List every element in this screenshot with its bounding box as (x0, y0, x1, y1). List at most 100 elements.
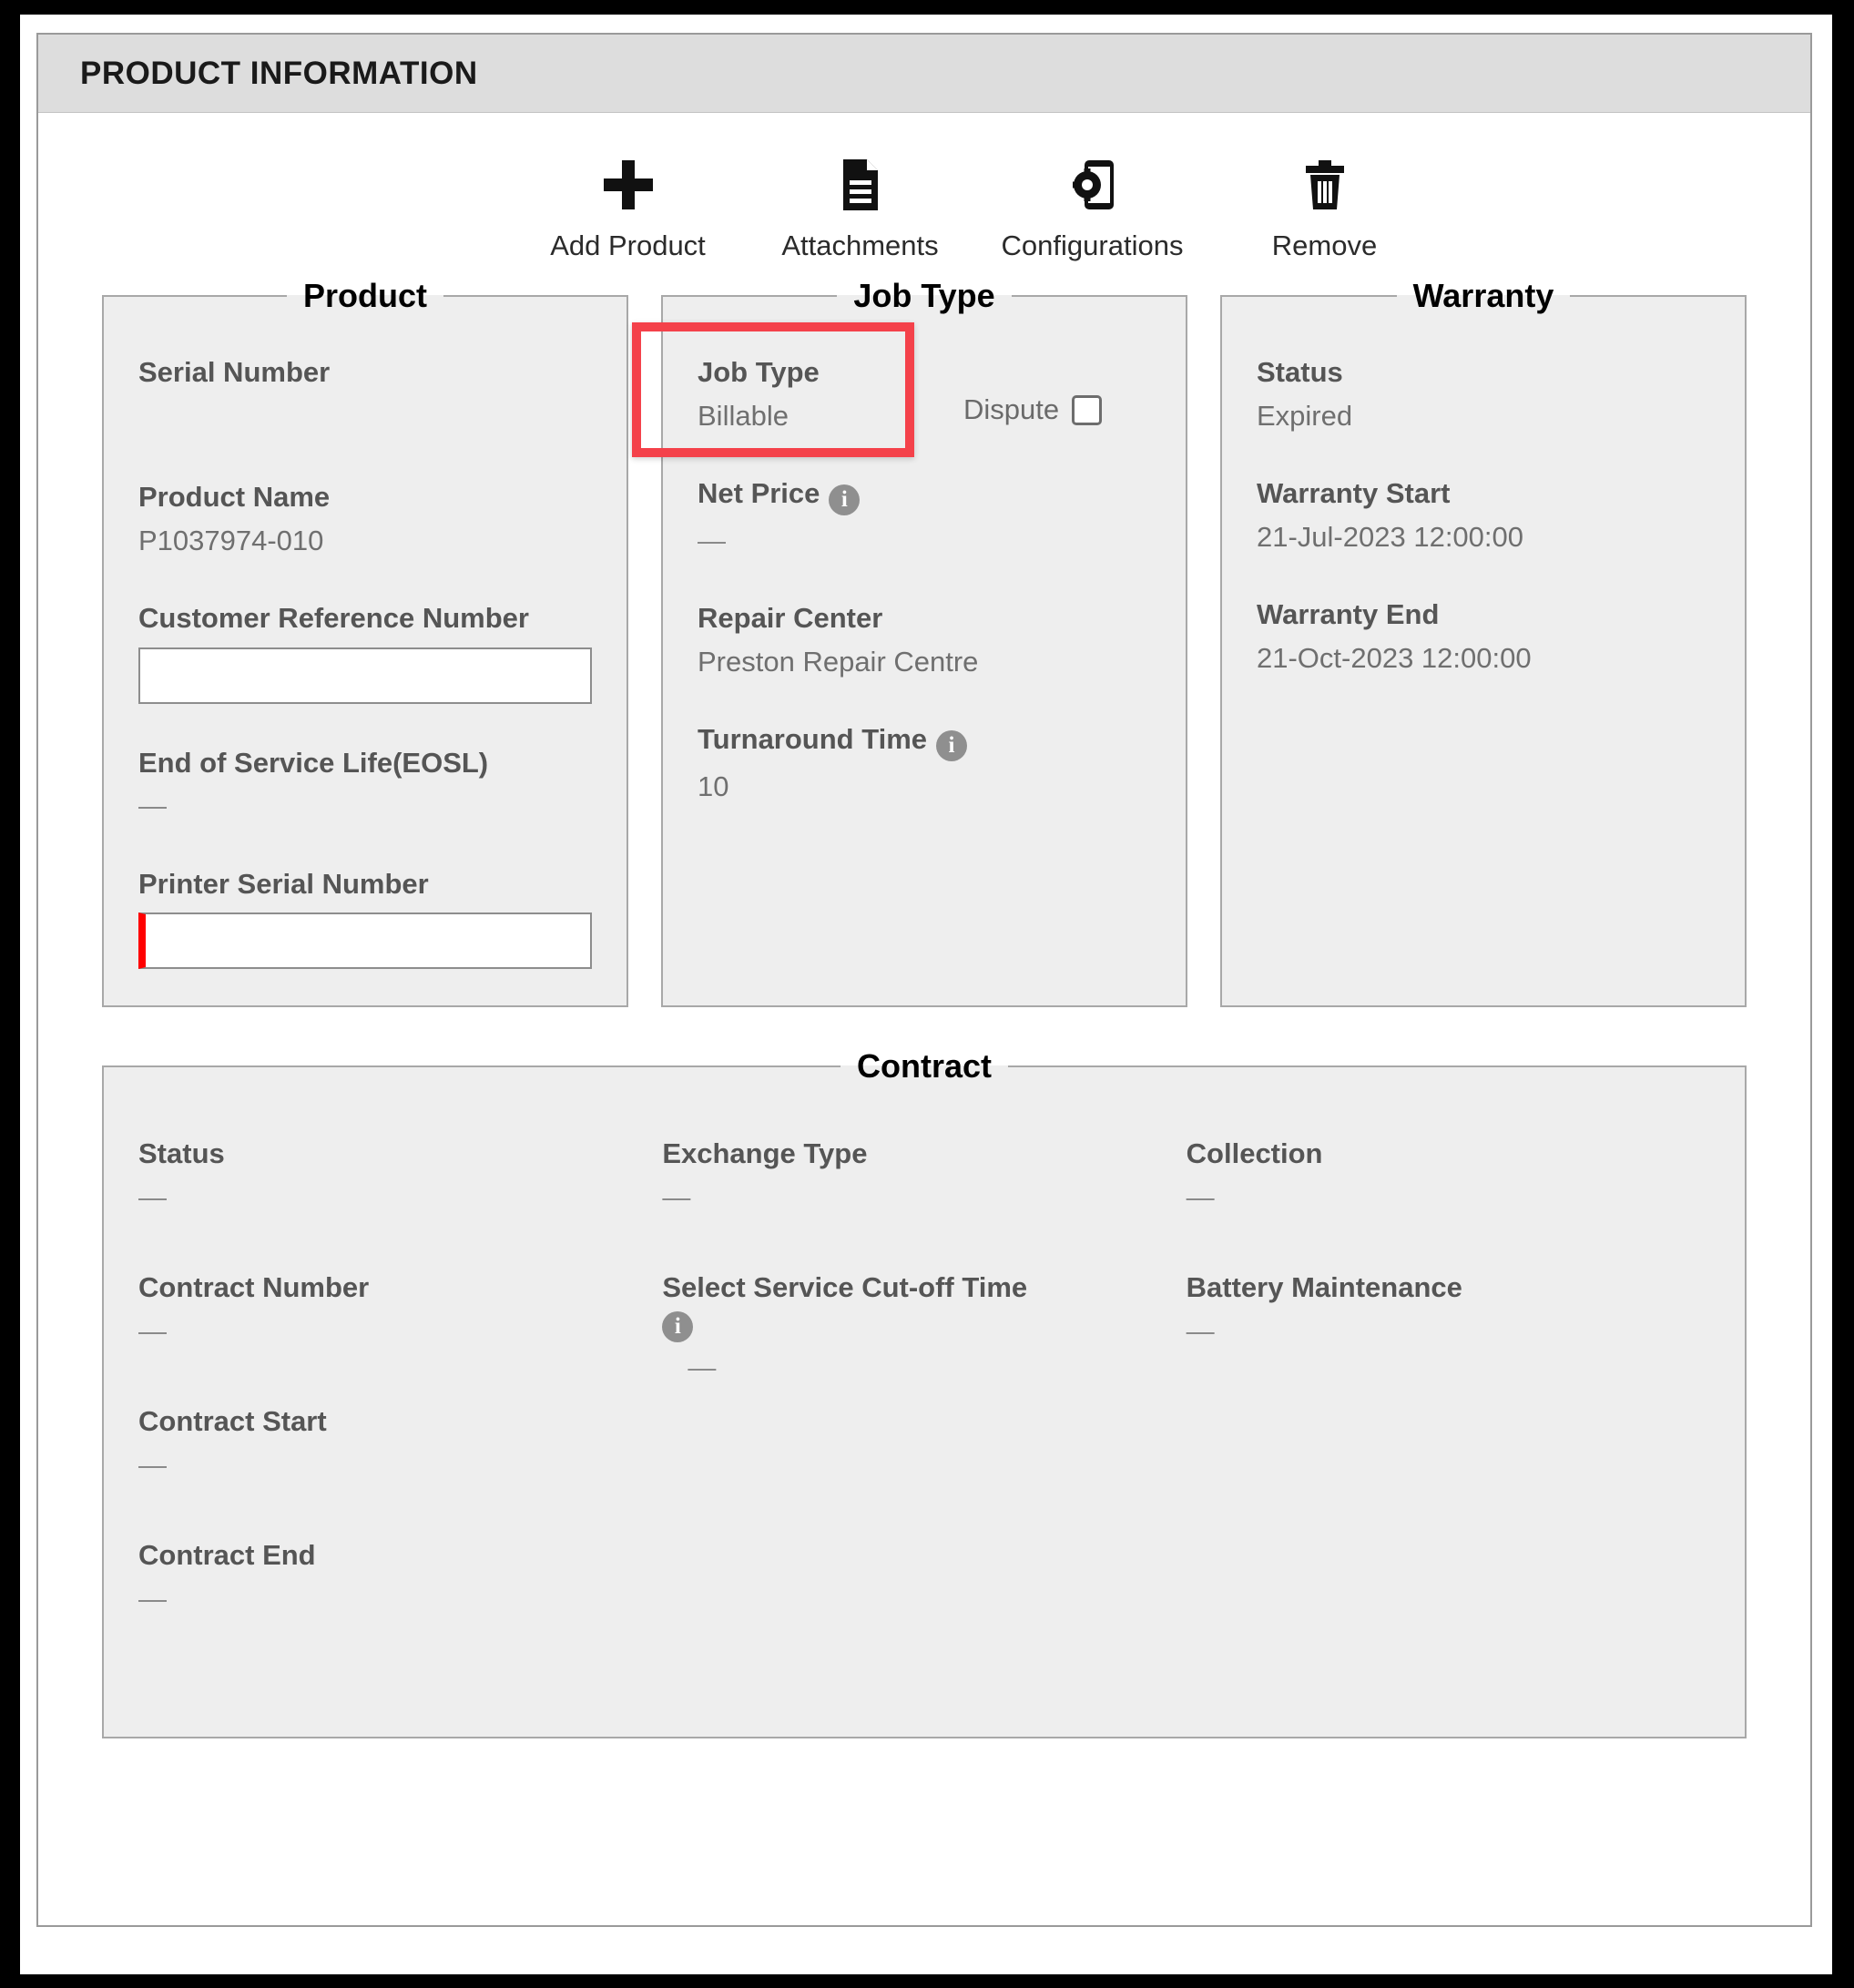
contract-number-label: Contract Number (138, 1271, 370, 1304)
field-contract-status: Status — (138, 1137, 644, 1216)
field-contract-start: Contract Start — (138, 1404, 644, 1483)
product-panel: Product Serial Number Product Name P1037… (102, 277, 628, 1008)
warranty-start-label: Warranty Start (1257, 477, 1451, 510)
attachments-label: Attachments (781, 229, 939, 261)
field-warranty-status: Status Expired (1257, 355, 1710, 434)
job-type-panel-body: Job Type Billable Dispute Net Price i — (632, 315, 1186, 943)
repair-center-value: Preston Repair Centre (698, 646, 979, 678)
field-warranty-start: Warranty Start 21-Jul-2023 12:00:00 (1257, 476, 1710, 556)
contract-start-label: Contract Start (138, 1405, 327, 1438)
warranty-status-label: Status (1257, 356, 1343, 388)
warranty-status-value: Expired (1257, 399, 1353, 432)
service-cutoff-time-info-icon[interactable]: i (662, 1311, 694, 1343)
customer-reference-number-input[interactable] (138, 647, 592, 704)
document-icon (832, 146, 889, 224)
field-collection: Collection — (1187, 1137, 1692, 1216)
warranty-panel-body: Status Expired Warranty Start 21-Jul-202… (1222, 315, 1745, 943)
plus-icon (600, 146, 657, 224)
field-printer-serial-number: Printer Serial Number (138, 867, 592, 970)
dispute-control[interactable]: Dispute (963, 393, 1103, 426)
printer-serial-number-input[interactable] (138, 912, 592, 970)
collection-label: Collection (1186, 1137, 1323, 1170)
serial-number-value (138, 398, 592, 438)
device-gear-icon (1065, 146, 1121, 224)
field-job-type: Job Type Billable (698, 355, 951, 434)
attachments-button[interactable]: Attachments (744, 146, 976, 262)
contract-end-label: Contract End (138, 1539, 316, 1572)
configurations-label: Configurations (1001, 229, 1184, 261)
product-panel-body: Serial Number Product Name P1037974-010 … (104, 315, 626, 1005)
dispute-checkbox[interactable] (1072, 394, 1103, 425)
contract-number-value: — (138, 1315, 167, 1348)
contract-status-value: — (138, 1181, 167, 1214)
page-title: PRODUCT INFORMATION (80, 55, 478, 91)
panels-row: Product Serial Number Product Name P1037… (38, 262, 1810, 1008)
contract-panel: Contract Status — Contract Number — Cont… (102, 1047, 1747, 1738)
job-type-row: Job Type Billable Dispute (698, 355, 1151, 434)
contract-column-2: Exchange Type — Select Service Cut-off T… (662, 1137, 1186, 1672)
printer-serial-number-label: Printer Serial Number (138, 867, 429, 900)
warranty-start-value: 21-Jul-2023 12:00:00 (1257, 520, 1524, 553)
field-exchange-type: Exchange Type — (662, 1137, 1167, 1216)
warranty-end-value: 21-Oct-2023 12:00:00 (1257, 641, 1532, 674)
product-name-value: P1037974-010 (138, 524, 324, 556)
battery-maintenance-value: — (1186, 1315, 1215, 1348)
job-type-panel-legend: Job Type (853, 277, 995, 314)
field-end-of-service-life: End of Service Life(EOSL) — (138, 746, 592, 825)
turnaround-time-label: Turnaround Time (698, 723, 928, 756)
warranty-panel: Warranty Status Expired Warranty Start 2… (1220, 277, 1747, 1008)
service-cutoff-time-label: Select Service Cut-off Time (662, 1271, 1028, 1304)
end-of-service-life-label: End of Service Life(EOSL) (138, 746, 489, 779)
remove-label: Remove (1271, 229, 1378, 261)
customer-reference-number-label: Customer Reference Number (138, 601, 529, 634)
contract-section: Contract Status — Contract Number — Cont… (38, 1007, 1810, 1738)
net-price-info-icon[interactable]: i (829, 484, 861, 516)
collection-value: — (1186, 1181, 1215, 1214)
contract-column-3: Collection — Battery Maintenance — (1187, 1137, 1710, 1672)
action-toolbar: Add Product Attachments Configurations R… (38, 113, 1810, 262)
product-name-label: Product Name (138, 480, 331, 513)
job-type-value: Billable (698, 399, 789, 432)
contract-panel-legend: Contract (856, 1047, 992, 1086)
warranty-end-label: Warranty End (1257, 598, 1440, 631)
turnaround-time-info-icon[interactable]: i (936, 730, 968, 762)
field-battery-maintenance: Battery Maintenance — (1187, 1270, 1692, 1350)
net-price-value: — (698, 525, 726, 557)
net-price-label: Net Price (698, 477, 820, 510)
page-frame: PRODUCT INFORMATION Add Product Attachme… (20, 15, 1832, 1974)
field-customer-reference-number: Customer Reference Number (138, 601, 592, 704)
job-type-panel: Job Type Job Type Billable Dispute Net P… (632, 277, 1187, 1008)
product-information-card: PRODUCT INFORMATION Add Product Attachme… (36, 33, 1812, 1927)
remove-button[interactable]: Remove (1208, 146, 1441, 262)
add-product-label: Add Product (550, 229, 706, 261)
field-product-name: Product Name P1037974-010 (138, 480, 592, 559)
field-net-price: Net Price i — (698, 476, 1151, 559)
dispute-label: Dispute (963, 393, 1060, 425)
warranty-panel-legend: Warranty (1412, 277, 1554, 314)
repair-center-label: Repair Center (698, 602, 883, 635)
contract-end-value: — (138, 1583, 167, 1616)
contract-start-value: — (138, 1449, 167, 1482)
field-serial-number: Serial Number (138, 355, 592, 438)
contract-panel-body: Status — Contract Number — Contract Star… (104, 1086, 1745, 1736)
job-type-label: Job Type (698, 356, 820, 388)
add-product-button[interactable]: Add Product (512, 146, 744, 262)
contract-column-1: Status — Contract Number — Contract Star… (138, 1137, 662, 1672)
field-turnaround-time: Turnaround Time i 10 (698, 722, 1151, 805)
contract-status-label: Status (138, 1137, 225, 1170)
service-cutoff-time-value: — (688, 1351, 717, 1384)
trash-icon (1297, 146, 1353, 224)
field-service-cutoff-time: Select Service Cut-off Time i — (662, 1270, 1167, 1386)
field-contract-number: Contract Number — (138, 1270, 644, 1350)
end-of-service-life-value: — (138, 790, 167, 822)
turnaround-time-value: 10 (698, 770, 729, 803)
exchange-type-value: — (662, 1181, 691, 1214)
field-contract-end: Contract End — (138, 1538, 644, 1617)
battery-maintenance-label: Battery Maintenance (1186, 1271, 1462, 1304)
configurations-button[interactable]: Configurations (976, 146, 1208, 262)
product-panel-legend: Product (302, 277, 427, 314)
field-warranty-end: Warranty End 21-Oct-2023 12:00:00 (1257, 597, 1710, 677)
card-header: PRODUCT INFORMATION (38, 35, 1810, 113)
field-repair-center: Repair Center Preston Repair Centre (698, 601, 1151, 680)
exchange-type-label: Exchange Type (662, 1137, 868, 1170)
